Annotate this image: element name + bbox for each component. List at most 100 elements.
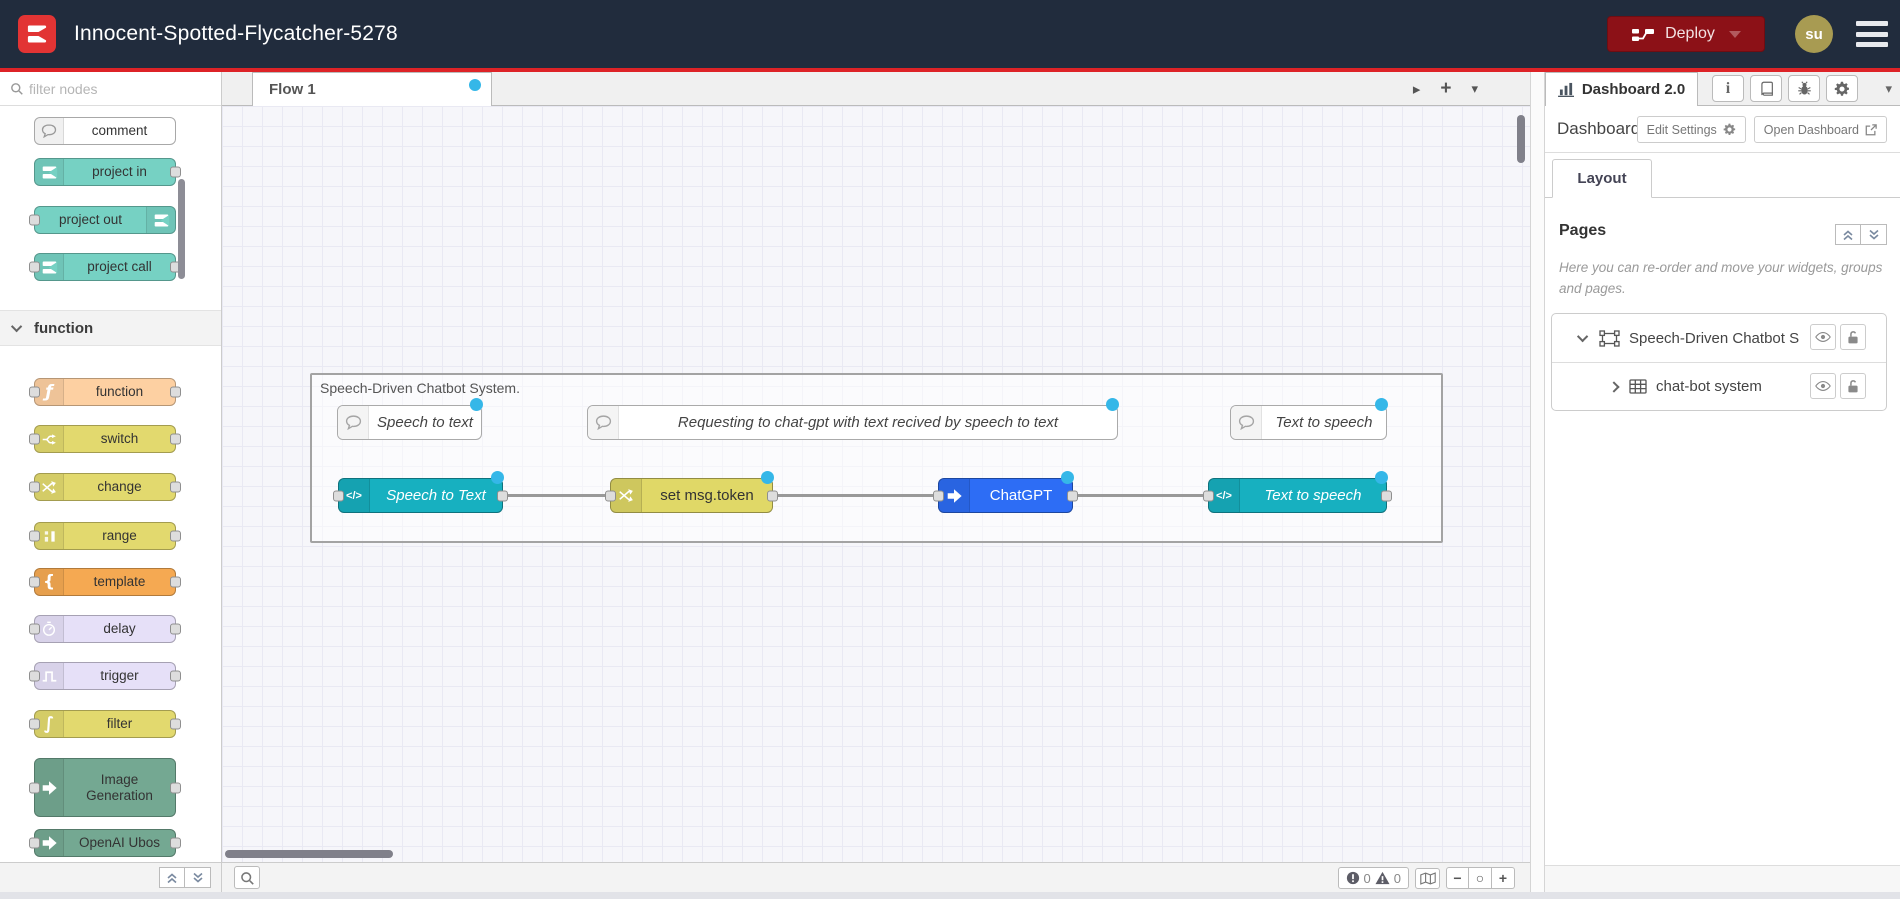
- comment-node-speech-to-text[interactable]: Speech to text: [337, 398, 483, 440]
- input-port[interactable]: [29, 837, 40, 849]
- output-port[interactable]: [170, 670, 181, 682]
- palette-scroll-area[interactable]: comment project in project out project c…: [0, 106, 221, 862]
- palette-node-function[interactable]: ƒ function: [29, 378, 181, 406]
- output-port[interactable]: [1381, 490, 1392, 501]
- input-port[interactable]: [29, 718, 40, 730]
- output-port[interactable]: [170, 718, 181, 730]
- palette-node-template[interactable]: { template: [29, 568, 181, 596]
- input-port[interactable]: [29, 481, 40, 493]
- input-port[interactable]: [605, 490, 616, 501]
- visibility-toggle-button[interactable]: [1810, 373, 1836, 399]
- palette-expand-all-button[interactable]: [185, 867, 211, 888]
- input-port[interactable]: [29, 576, 40, 588]
- wire[interactable]: [773, 494, 938, 497]
- palette-node-project-call[interactable]: project call: [29, 253, 181, 281]
- main-menu-button[interactable]: [1856, 21, 1888, 47]
- input-port[interactable]: [29, 386, 40, 398]
- tab-layout[interactable]: Layout: [1552, 159, 1652, 198]
- palette-collapse-all-button[interactable]: [159, 867, 185, 888]
- output-port[interactable]: [170, 837, 181, 849]
- canvas-vertical-scrollbar[interactable]: [1517, 115, 1525, 163]
- user-avatar[interactable]: su: [1795, 15, 1833, 53]
- input-port[interactable]: [1203, 490, 1214, 501]
- palette-node-trigger[interactable]: trigger: [29, 662, 181, 690]
- node-chatgpt[interactable]: ChatGPT: [933, 471, 1078, 513]
- palette-node-range[interactable]: range: [29, 522, 181, 550]
- output-port[interactable]: [767, 490, 778, 501]
- sidebar-splitter[interactable]: [1530, 72, 1545, 892]
- lock-toggle-button[interactable]: [1840, 373, 1866, 399]
- flow-canvas[interactable]: Speech-Driven Chatbot System. Speech to …: [222, 106, 1530, 862]
- object-group-icon: [1599, 329, 1620, 347]
- tree-item-group[interactable]: chat-bot system: [1552, 362, 1886, 410]
- input-port[interactable]: [29, 214, 40, 226]
- lock-toggle-button[interactable]: [1840, 324, 1866, 350]
- palette-filter-input[interactable]: [29, 80, 179, 97]
- palette-node-comment[interactable]: comment: [34, 117, 176, 145]
- palette-category-function[interactable]: function: [0, 310, 221, 346]
- input-port[interactable]: [333, 490, 344, 501]
- zoom-reset-button[interactable]: ○: [1469, 867, 1492, 889]
- minimap-button[interactable]: [1415, 867, 1440, 889]
- output-port[interactable]: [1067, 490, 1078, 501]
- wire[interactable]: [1073, 494, 1208, 497]
- palette-node-switch[interactable]: switch: [29, 425, 181, 453]
- tab-flow-1[interactable]: Flow 1: [252, 72, 492, 106]
- input-port[interactable]: [933, 490, 944, 501]
- pages-collapse-all-button[interactable]: [1835, 224, 1861, 245]
- output-port[interactable]: [170, 782, 181, 793]
- palette-node-filter[interactable]: ∫ filter: [29, 710, 181, 738]
- tab-dashboard-2[interactable]: Dashboard 2.0: [1545, 72, 1698, 106]
- palette-node-label: filter: [106, 716, 133, 732]
- open-dashboard-button[interactable]: Open Dashboard: [1753, 116, 1887, 143]
- add-flow-button[interactable]: +: [1440, 78, 1451, 100]
- node-label: Text to speech: [1264, 487, 1362, 504]
- input-port[interactable]: [29, 433, 40, 445]
- palette-scrollbar[interactable]: [178, 179, 185, 279]
- deploy-options-caret[interactable]: [1728, 30, 1741, 38]
- canvas-search-button[interactable]: [234, 866, 260, 889]
- palette-node-image-generation[interactable]: Image Generation: [29, 758, 181, 817]
- canvas-horizontal-scrollbar[interactable]: [225, 850, 393, 858]
- input-port[interactable]: [29, 261, 40, 273]
- palette-node-delay[interactable]: delay: [29, 615, 181, 643]
- input-port[interactable]: [29, 782, 40, 793]
- node-speech-to-text[interactable]: </> Speech to Text: [333, 471, 508, 513]
- input-port[interactable]: [29, 670, 40, 682]
- output-port[interactable]: [170, 166, 181, 178]
- zoom-out-button[interactable]: −: [1446, 867, 1469, 889]
- palette-node-label: project out: [58, 212, 123, 228]
- sidebar-tabs-caret[interactable]: ▾: [1885, 82, 1892, 97]
- output-port[interactable]: [170, 481, 181, 493]
- notification-counts[interactable]: 0 0: [1337, 867, 1409, 889]
- output-port[interactable]: [170, 576, 181, 588]
- zoom-in-button[interactable]: +: [1492, 867, 1515, 889]
- node-text-to-speech[interactable]: </> Text to speech: [1203, 471, 1392, 513]
- info-tab-button[interactable]: i: [1712, 75, 1744, 102]
- output-port[interactable]: [170, 433, 181, 445]
- input-port[interactable]: [29, 623, 40, 635]
- comment-node-text-to-speech[interactable]: Text to speech: [1230, 398, 1388, 440]
- palette-node-project-in[interactable]: project in: [34, 158, 181, 186]
- palette-node-project-out[interactable]: project out: [29, 206, 176, 234]
- edit-settings-button[interactable]: Edit Settings: [1636, 116, 1746, 143]
- tab-scroll-right-icon[interactable]: ▸: [1413, 80, 1421, 98]
- config-tab-button[interactable]: [1826, 75, 1858, 102]
- node-set-msg-token[interactable]: set msg.token: [605, 471, 778, 513]
- tree-item-page[interactable]: Speech-Driven Chatbot S: [1552, 314, 1886, 362]
- palette-node-change[interactable]: change: [29, 473, 181, 501]
- output-port[interactable]: [170, 386, 181, 398]
- comment-node-requesting[interactable]: Requesting to chat-gpt with text recived…: [587, 398, 1119, 440]
- output-port[interactable]: [170, 530, 181, 542]
- help-tab-button[interactable]: [1750, 75, 1782, 102]
- input-port[interactable]: [29, 530, 40, 542]
- output-port[interactable]: [497, 490, 508, 501]
- wire[interactable]: [503, 494, 610, 497]
- pages-expand-all-button[interactable]: [1861, 224, 1887, 245]
- deploy-button[interactable]: Deploy: [1607, 16, 1765, 52]
- visibility-toggle-button[interactable]: [1810, 324, 1836, 350]
- palette-node-openai-ubos[interactable]: OpenAI Ubos: [29, 829, 181, 857]
- output-port[interactable]: [170, 623, 181, 635]
- debug-tab-button[interactable]: [1788, 75, 1820, 102]
- flow-list-caret[interactable]: ▾: [1471, 82, 1478, 97]
